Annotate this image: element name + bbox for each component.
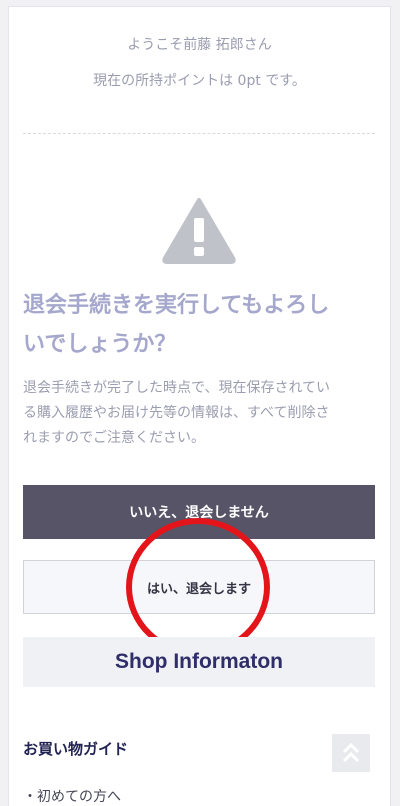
confirm-heading-line-1: 退会手続きを実行してもよろし <box>23 293 330 318</box>
shop-information-header: Shop Informaton <box>23 637 375 687</box>
shopping-guide-title: お買い物ガイド <box>23 740 129 758</box>
note-line-1: 退会手続きが完了した時点で、現在保存されてい <box>23 380 331 396</box>
guide-link-first-time[interactable]: ・初めての方へ <box>23 786 121 806</box>
welcome-message: ようこそ前藤 拓郎さん <box>127 37 272 53</box>
divider <box>23 133 375 134</box>
deletion-warning-text: 退会手続きが完了した時点で、現在保存されてい る購入履歴やお届け先等の情報は、す… <box>23 376 376 451</box>
warning-triangle-icon <box>162 198 236 264</box>
scroll-to-top-button[interactable] <box>332 734 370 772</box>
note-line-2: る購入履歴やお届け先等の情報は、すべて削除さ <box>23 405 330 421</box>
points-balance: 現在の所持ポイントは 0pt です。 <box>93 73 306 89</box>
double-chevron-up-icon <box>342 742 360 763</box>
shop-information-title: Shop Informaton <box>115 650 283 673</box>
confirm-withdrawal-label: はい、退会します <box>146 581 251 597</box>
cancel-withdrawal-button[interactable]: いいえ、退会しません <box>23 485 375 539</box>
confirm-heading: 退会手続きを実行してもよろし いでしょうか？ <box>23 286 373 364</box>
confirm-heading-line-2: いでしょうか？ <box>23 332 177 357</box>
cancel-withdrawal-label: いいえ、退会しません <box>129 505 269 521</box>
confirm-withdrawal-button[interactable]: はい、退会します <box>23 560 375 614</box>
note-line-3: れますのでご注意ください。 <box>23 430 205 446</box>
